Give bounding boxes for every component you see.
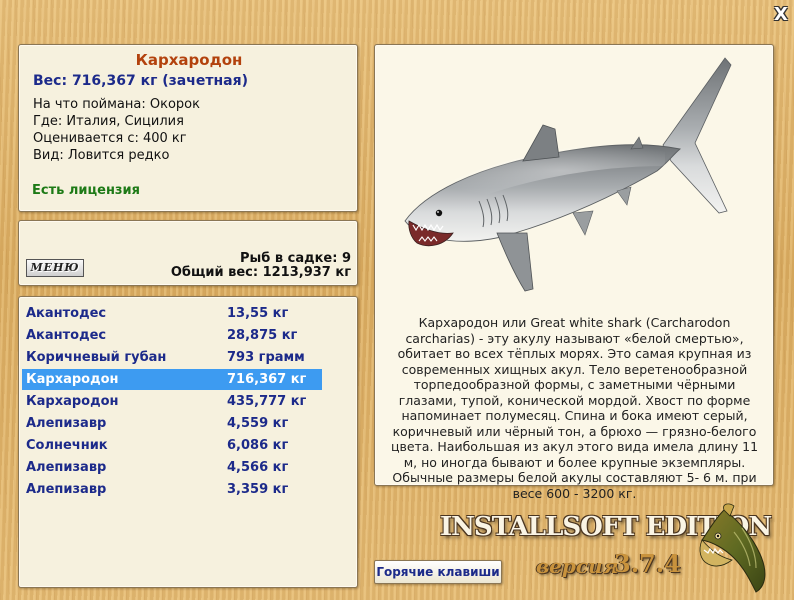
list-item[interactable]: Солнечник 6,086 кг	[22, 435, 322, 456]
list-item-name: Солнечник	[26, 438, 108, 453]
list-item[interactable]: Акантодес 28,875 кг	[22, 325, 322, 346]
fish-value: Оценивается с: 400 кг	[33, 131, 187, 146]
list-item-weight: 435,777 кг	[227, 394, 307, 409]
list-item-weight: 13,55 кг	[227, 306, 289, 321]
list-item[interactable]: Акантодес 13,55 кг	[22, 303, 322, 324]
list-item-selected[interactable]: Кархародон 716,367 кг	[22, 369, 322, 390]
fish-info-panel: Кархародон Вес: 716,367 кг (зачетная) На…	[18, 44, 358, 212]
list-item-weight: 28,875 кг	[227, 328, 298, 343]
fish-description: Кархародон или Great white shark (Carcha…	[390, 315, 759, 501]
list-item[interactable]: Алепизавр 3,359 кг	[22, 479, 322, 500]
list-item-name: Алепизавр	[26, 416, 107, 431]
fish-bait: На что поймана: Окорок	[33, 97, 200, 112]
close-icon[interactable]: X	[772, 6, 790, 24]
stats-panel: МЕНЮ Рыб в садке: 9 Общий вес: 1213,937 …	[18, 220, 358, 286]
list-item-weight: 793 грамм	[227, 350, 305, 365]
list-item-name: Алепизавр	[26, 482, 107, 497]
menu-button[interactable]: МЕНЮ	[26, 259, 84, 277]
list-item-weight: 4,566 кг	[227, 460, 289, 475]
list-item-name: Акантодес	[26, 306, 107, 321]
fish-count: Рыб в садке: 9	[239, 251, 351, 266]
list-item-name: Акантодес	[26, 328, 107, 343]
hotkeys-button[interactable]: Горячие клавиши	[374, 560, 502, 584]
fish-place: Где: Италия, Сицилия	[33, 114, 184, 129]
fish-weight: Вес: 716,367 кг (зачетная)	[33, 73, 248, 89]
total-weight: Общий вес: 1213,937 кг	[170, 265, 351, 280]
list-item-weight: 6,086 кг	[227, 438, 289, 453]
version-label: версия	[536, 554, 619, 578]
license-status: Есть лицензия	[32, 183, 140, 198]
pike-logo-icon	[699, 503, 766, 593]
catch-list[interactable]: Акантодес 13,55 кг Акантодес 28,875 кг Кор…	[18, 296, 358, 588]
list-item-weight: 4,559 кг	[227, 416, 289, 431]
version-number: 3.7.4	[614, 549, 681, 578]
list-item[interactable]: Алепизавр 4,566 кг	[22, 457, 322, 478]
shark-illustration	[404, 57, 732, 292]
list-item-name: Алепизавр	[26, 460, 107, 475]
fish-kind: Вид: Ловится редко	[33, 148, 170, 163]
list-item[interactable]: Алепизавр 4,559 кг	[22, 413, 322, 434]
list-item-weight: 3,359 кг	[227, 482, 289, 497]
list-item-name: Кархародон	[26, 394, 119, 409]
list-item[interactable]: Коричневый губан 793 грамм	[22, 347, 322, 368]
list-item-weight: 716,367 кг	[227, 372, 307, 387]
list-item[interactable]: Кархародон 435,777 кг	[22, 391, 322, 412]
list-item-name: Кархародон	[26, 372, 119, 387]
fish-image-panel: Кархародон или Great white shark (Carcha…	[374, 44, 774, 501]
fish-title: Кархародон	[135, 51, 243, 69]
list-item-name: Коричневый губан	[26, 350, 167, 365]
